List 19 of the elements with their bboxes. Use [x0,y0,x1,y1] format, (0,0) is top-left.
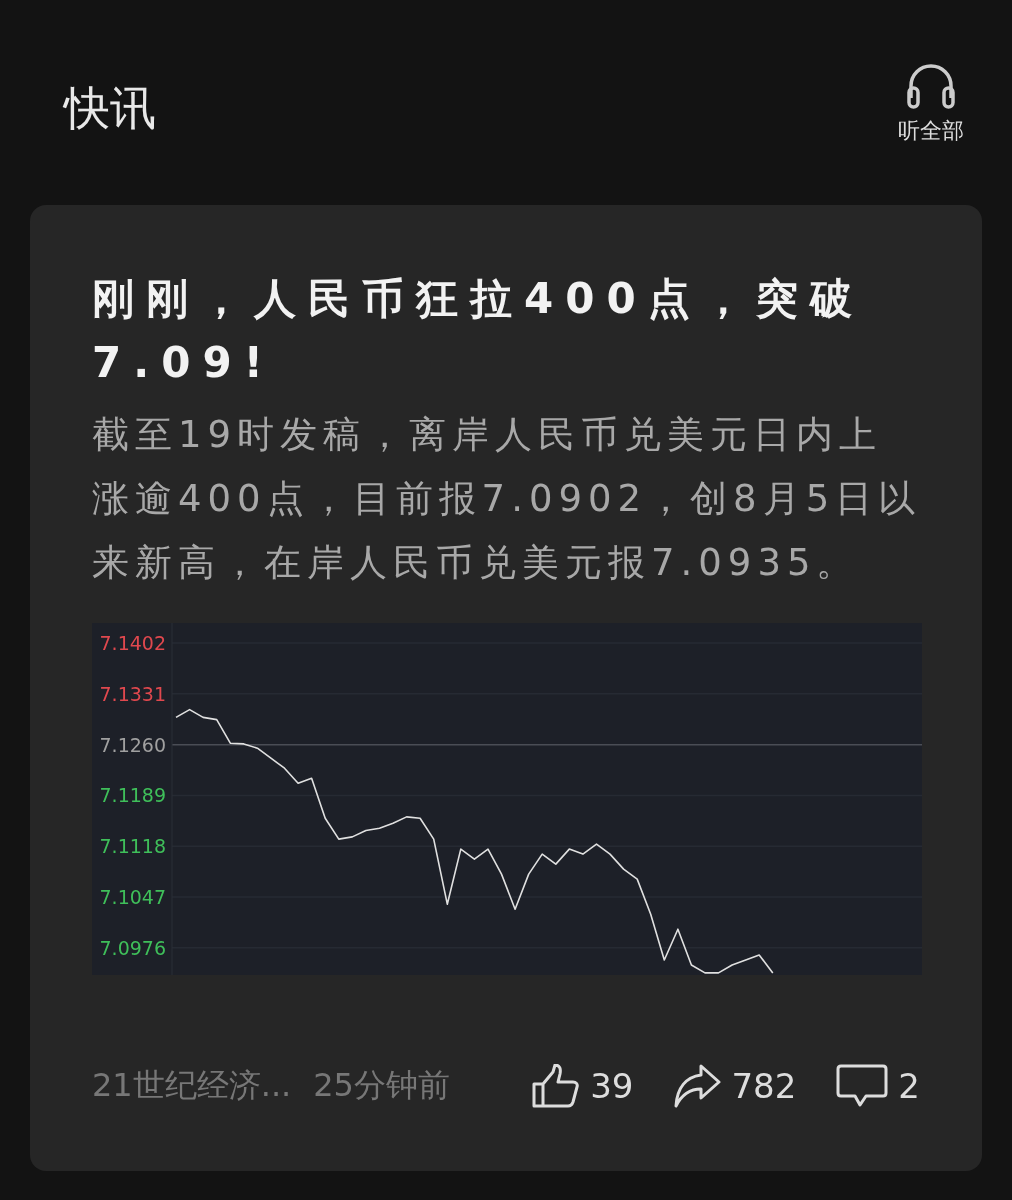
thumbs-up-icon [532,1064,581,1108]
axis-tick-label: 7.1402 [99,632,166,655]
page-title: 快讯 [64,80,156,137]
comment-button[interactable]: 2 [836,1063,920,1109]
share-arrow-icon [673,1064,722,1108]
axis-tick-label: 7.0976 [99,936,166,959]
reference-line-label: 7.1260 [99,733,166,756]
comment-icon [836,1063,889,1109]
source-label: 21世纪经济... [92,1065,292,1106]
share-button[interactable]: 782 [673,1064,797,1108]
article-body: 截至19时发稿，离岸人民币兑美元日内上涨逾400点，目前报7.0902，创8月5日以来新高，在岸人民币兑美元报7.0935。 [92,412,923,586]
like-button[interactable]: 39 [532,1064,634,1108]
article-title: 刚刚，人民币狂拉400点，突破7.09! [92,273,865,389]
axis-tick-label: 7.1047 [99,886,166,908]
axis-tick-label: 7.1189 [99,784,166,807]
axis-tick-label: 7.1331 [99,682,166,705]
axis-tick-label: 7.1118 [99,835,166,858]
listen-all-button[interactable]: 听全部 [898,60,964,146]
time-label: 25分钟前 [313,1065,450,1106]
